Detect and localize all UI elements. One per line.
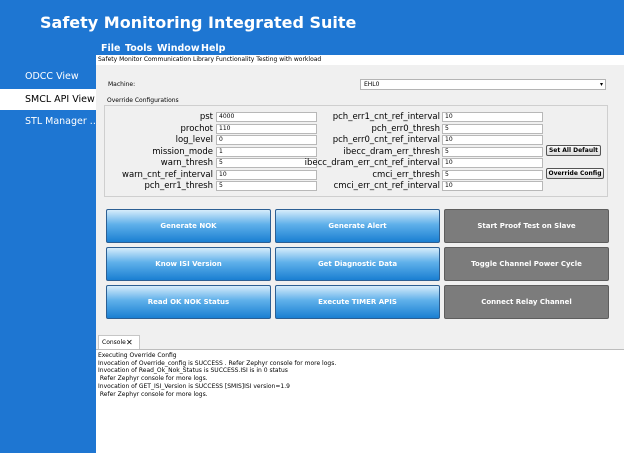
- warn-cnt-ref-interval-label: warn_cnt_ref_interval: [122, 169, 213, 180]
- ibecc-dram-err-cnt-ref-interval-label: ibecc_dram_err_cnt_ref_interval: [304, 158, 440, 168]
- pch-err0-thresh-field[interactable]: 5: [442, 123, 543, 134]
- read-ok-nok-status-button[interactable]: Read OK NOK Status: [106, 285, 271, 319]
- sidebar-item-odcc-view[interactable]: ODCC View: [0, 66, 96, 87]
- warn-cnt-ref-interval-field[interactable]: 10: [216, 169, 317, 180]
- menu-file[interactable]: File: [101, 43, 120, 54]
- console-line: Invocation of Override_config is SUCCESS…: [98, 359, 337, 367]
- mission-mode-field[interactable]: 1: [216, 146, 317, 157]
- connect-relay-channel-button[interactable]: Connect Relay Channel: [444, 285, 609, 319]
- machine-label: Machine:: [108, 81, 136, 88]
- override-config-button[interactable]: Override Config: [546, 168, 604, 179]
- console-line: Invocation of Read_Ok_Nok_Status is SUCC…: [98, 367, 288, 375]
- get-diagnostic-data-button[interactable]: Get Diagnostic Data: [275, 247, 440, 281]
- pst-label: pst: [199, 112, 213, 122]
- tab-console[interactable]: Console ✕: [98, 335, 140, 349]
- execute-timer-apis-button[interactable]: Execute TIMER APIS: [275, 285, 440, 319]
- menu-window[interactable]: Window: [157, 43, 200, 54]
- console-output[interactable]: Executing Override Config Invocation of …: [96, 349, 624, 453]
- warn-thresh-field[interactable]: 5: [216, 158, 317, 168]
- pch-err0-cnt-ref-interval-field[interactable]: 10: [442, 135, 543, 145]
- console-line: Executing Override Config: [98, 352, 177, 359]
- generate-nok-button[interactable]: Generate NOK: [106, 209, 271, 243]
- override-config-title: Override Configurations: [107, 97, 179, 104]
- console-line: Refer Zephyr console for more logs.: [98, 390, 208, 398]
- know-isi-version-button[interactable]: Know ISI Version: [106, 247, 271, 281]
- machine-select-value: EHL0: [364, 81, 380, 88]
- sidebar-item-stl-manager[interactable]: STL Manager ...: [0, 111, 96, 132]
- menu-tools[interactable]: Tools: [125, 43, 152, 54]
- warn-thresh-label: warn_thresh: [160, 158, 213, 168]
- cmci-err-thresh-label: cmci_err_thresh: [372, 169, 440, 180]
- pch-err1-cnt-ref-interval-label: pch_err1_cnt_ref_interval: [332, 112, 440, 122]
- main-panel: Safety Monitor Communication Library Fun…: [96, 55, 624, 453]
- ibecc-dram-err-thresh-label: ibecc_dram_err_thresh: [343, 146, 440, 157]
- close-icon[interactable]: ✕: [126, 336, 133, 349]
- override-config-group: pst 4000 prochot 110 log_level 0 mission…: [104, 105, 608, 197]
- console-line: Invocation of GET_ISI_Version is SUCCESS…: [98, 382, 290, 390]
- start-proof-test-button[interactable]: Start Proof Test on Slave: [444, 209, 609, 243]
- sidebar: ODCC View SMCL API View STL Manager ...: [0, 60, 96, 453]
- toggle-channel-power-cycle-button[interactable]: Toggle Channel Power Cycle: [444, 247, 609, 281]
- cmci-err-cnt-ref-interval-field[interactable]: 10: [442, 181, 543, 191]
- console-tab-label: Console: [102, 339, 126, 346]
- log-level-field[interactable]: 0: [216, 135, 317, 145]
- page-subtitle: Safety Monitor Communication Library Fun…: [96, 55, 624, 65]
- prochot-field[interactable]: 110: [216, 123, 317, 134]
- log-level-label: log_level: [175, 135, 213, 145]
- menu-help[interactable]: Help: [201, 43, 225, 54]
- app-title: Safety Monitoring Integrated Suite: [40, 13, 357, 32]
- pch-err0-thresh-label: pch_err0_thresh: [371, 123, 440, 134]
- sidebar-item-smcl-api-view[interactable]: SMCL API View: [0, 89, 96, 110]
- pch-err0-cnt-ref-interval-label: pch_err0_cnt_ref_interval: [332, 135, 440, 145]
- generate-alert-button[interactable]: Generate Alert: [275, 209, 440, 243]
- pch-err1-thresh-field[interactable]: 5: [216, 181, 317, 191]
- pch-err1-cnt-ref-interval-field[interactable]: 10: [442, 112, 543, 122]
- chevron-down-icon: ▾: [599, 81, 603, 88]
- console-line: Refer Zephyr console for more logs.: [98, 375, 208, 383]
- prochot-label: prochot: [180, 123, 214, 134]
- ibecc-dram-err-cnt-ref-interval-field[interactable]: 10: [442, 158, 543, 168]
- cmci-err-cnt-ref-interval-label: cmci_err_cnt_ref_interval: [333, 181, 440, 191]
- mission-mode-label: mission_mode: [152, 146, 213, 157]
- pch-err1-thresh-label: pch_err1_thresh: [144, 181, 213, 191]
- set-all-default-button[interactable]: Set All Default: [546, 145, 601, 156]
- pst-field[interactable]: 4000: [216, 112, 317, 122]
- ibecc-dram-err-thresh-field[interactable]: 5: [442, 146, 543, 157]
- cmci-err-thresh-field[interactable]: 5: [442, 169, 543, 180]
- machine-select[interactable]: EHL0 ▾: [360, 79, 606, 90]
